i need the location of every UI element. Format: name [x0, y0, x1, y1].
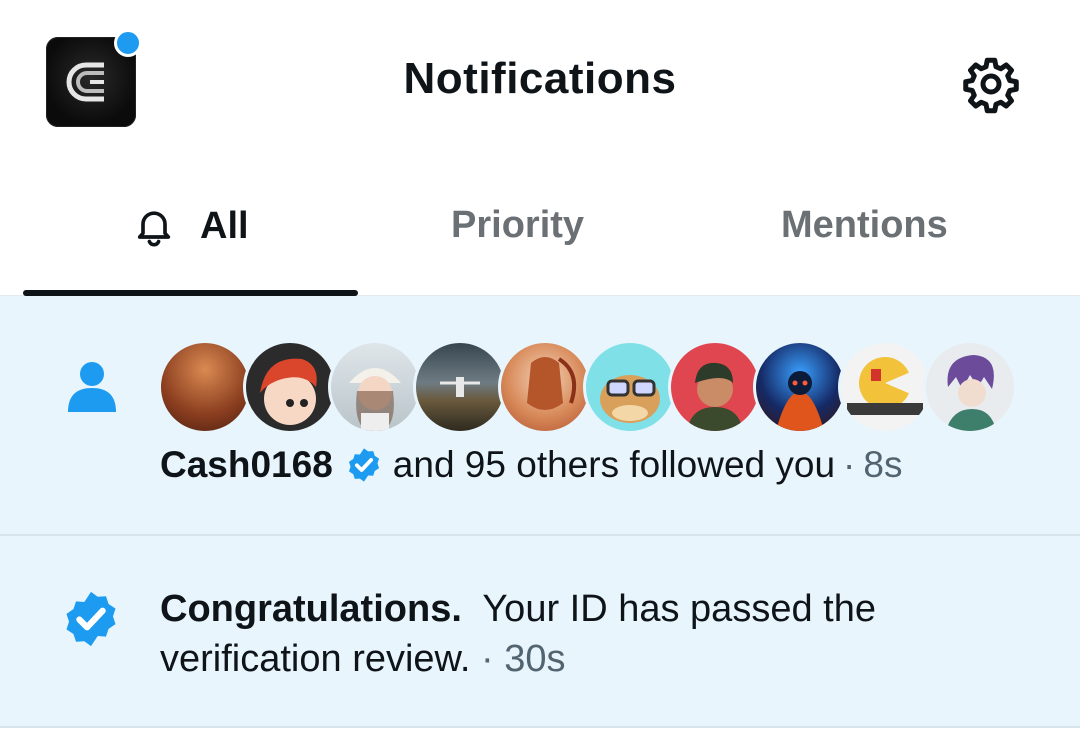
avatar[interactable]: [838, 340, 932, 434]
bell-icon: [137, 211, 171, 247]
tab-all-label: All: [200, 204, 249, 247]
verified-badge-icon: [348, 448, 379, 482]
verification-headline: Congratulations.: [160, 588, 462, 630]
top-bar: Notifications: [0, 0, 1080, 160]
follow-message: and 95 others followed you: [392, 444, 836, 485]
page-title: Notifications: [403, 54, 677, 103]
avatar[interactable]: [413, 340, 507, 434]
verification-message: Congratulations. Your ID has passed the …: [160, 584, 1040, 684]
verified-badge-icon: [66, 591, 116, 647]
notification-item-follow[interactable]: Cash0168 and 95 others followed you · 8s: [0, 296, 1080, 534]
avatar[interactable]: [753, 340, 847, 434]
gear-icon[interactable]: [961, 54, 1021, 114]
follow-notification-text: Cash0168 and 95 others followed you · 8s: [160, 444, 902, 486]
notification-tabs: All Priority Mentions: [0, 180, 1080, 296]
tab-mentions[interactable]: Mentions: [781, 204, 948, 247]
tab-priority[interactable]: Priority: [451, 204, 584, 247]
follower-username[interactable]: Cash0168: [160, 444, 333, 486]
timestamp: 30s: [504, 638, 566, 680]
avatar[interactable]: [498, 340, 592, 434]
divider: [0, 726, 1080, 728]
timestamp: 8s: [863, 444, 903, 485]
avatar[interactable]: [668, 340, 762, 434]
unread-indicator-dot: [114, 29, 142, 57]
avatar[interactable]: [923, 340, 1017, 434]
avatar[interactable]: [583, 340, 677, 434]
notification-item-verification[interactable]: Congratulations. Your ID has passed the …: [0, 536, 1080, 726]
avatar[interactable]: [328, 340, 422, 434]
time-separator: ·: [843, 444, 856, 485]
avatar[interactable]: [158, 340, 252, 434]
avatar[interactable]: [243, 340, 337, 434]
tab-all[interactable]: All: [132, 204, 249, 248]
time-separator: ·: [481, 638, 494, 680]
person-icon: [68, 362, 116, 412]
